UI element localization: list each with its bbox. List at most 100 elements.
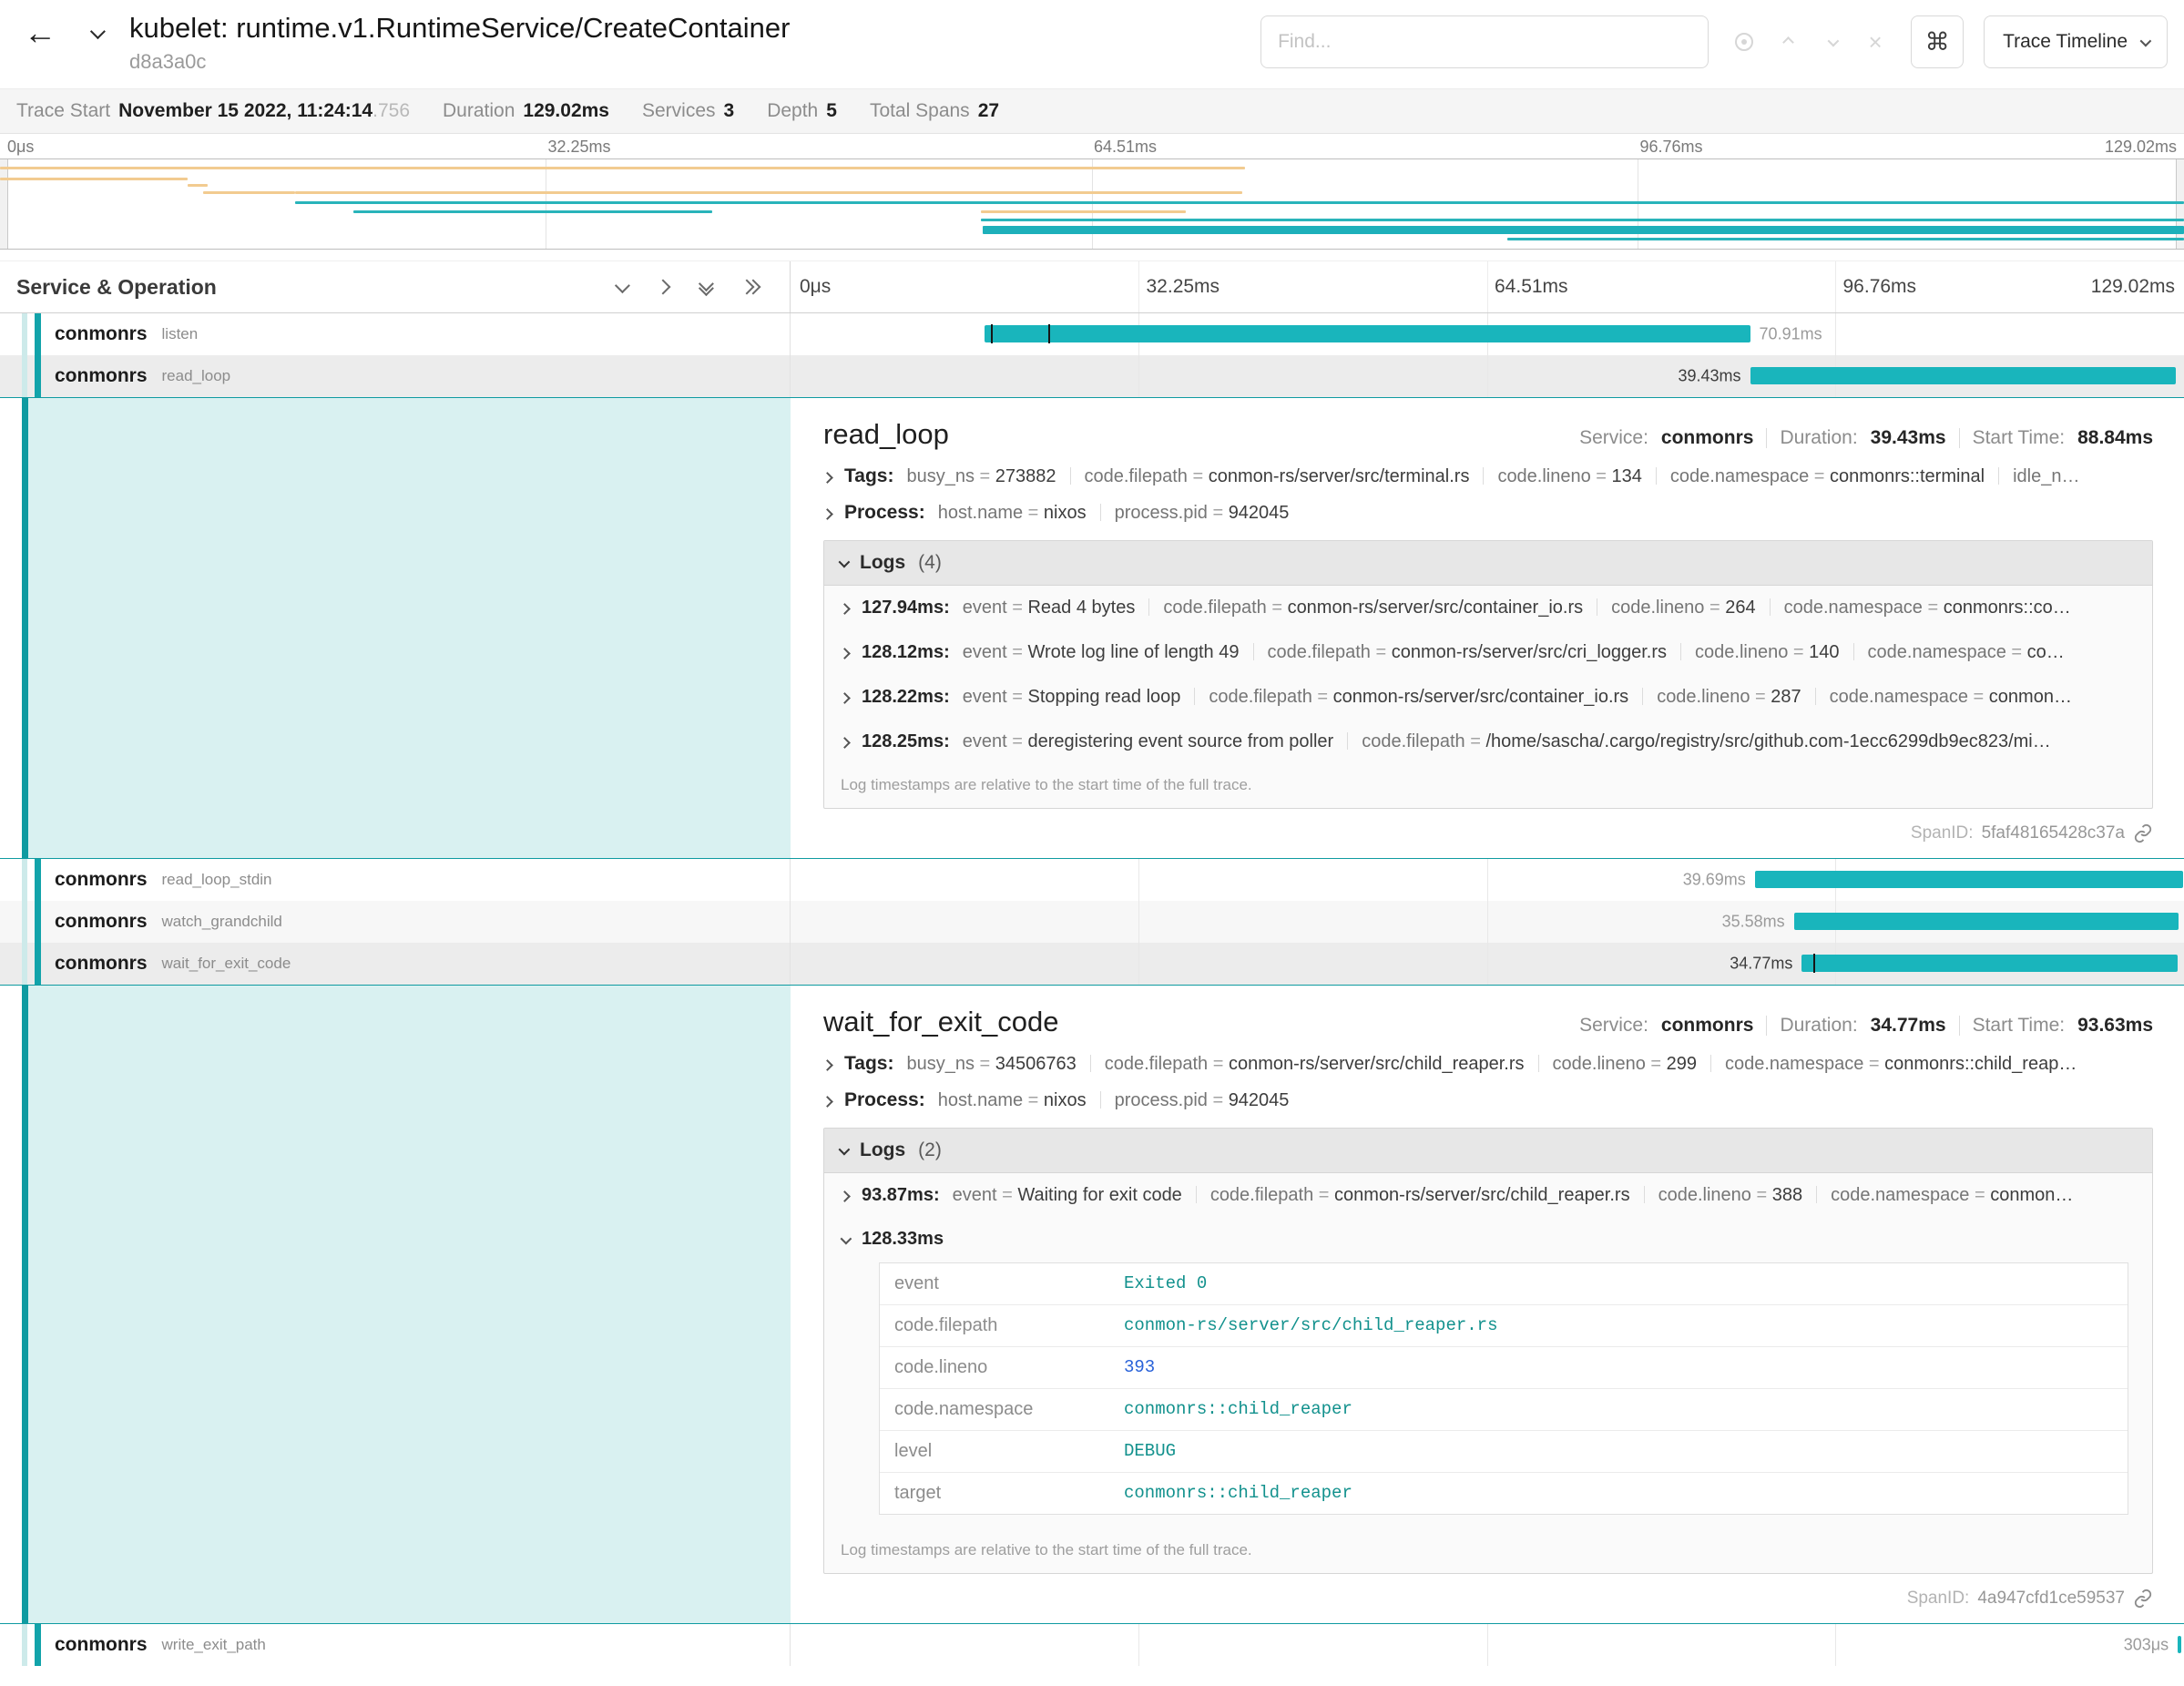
span-detail-wait-for-exit-code: wait_for_exit_code Service:conmonrs Dura… xyxy=(0,985,2184,1624)
kv-pair: code.namespace = conmonrs::terminal xyxy=(1670,466,1985,486)
depth-guide xyxy=(22,1624,27,1666)
span-detail-title: wait_for_exit_code xyxy=(823,1006,1059,1038)
log-entry-toggle[interactable]: 128.33ms xyxy=(841,1229,2136,1250)
find-input[interactable] xyxy=(1278,31,1691,53)
log-field-key: target xyxy=(880,1473,1109,1514)
clear-find-icon[interactable]: × xyxy=(1860,26,1891,57)
depth-guide xyxy=(22,943,27,985)
kv-pair: code.namespace = co… xyxy=(1868,642,2065,662)
link-icon[interactable] xyxy=(2133,1589,2153,1609)
kv-pair: busy_ns = 34506763 xyxy=(906,1054,1076,1074)
expand-all-button[interactable] xyxy=(741,281,759,292)
log-entry[interactable]: 127.94ms: event = Read 4 bytescode.filep… xyxy=(824,586,2152,630)
log-entry[interactable]: 128.25ms: event = deregistering event so… xyxy=(824,720,2152,764)
span-bar[interactable] xyxy=(2178,1636,2181,1653)
kv-pair: code.lineno = 264 xyxy=(1611,598,1755,618)
kv-separator xyxy=(1656,467,1657,485)
trace-duration: Duration129.02ms xyxy=(443,100,609,122)
minimap-left-handle[interactable] xyxy=(0,159,8,249)
collapse-all-button[interactable] xyxy=(699,280,710,295)
link-icon[interactable] xyxy=(2133,823,2153,843)
span-row-watch-grandchild[interactable]: conmonrs watch_grandchild 35.58ms xyxy=(0,901,2184,943)
operation-name: listen xyxy=(162,325,199,343)
log-entry[interactable]: 128.12ms: event = Wrote log line of leng… xyxy=(824,630,2152,675)
minimap-span-line xyxy=(981,210,1186,213)
logs-header[interactable]: Logs (2) xyxy=(824,1129,2152,1173)
next-match-icon[interactable] xyxy=(1816,26,1847,57)
service-operation-header: Service & Operation xyxy=(0,261,791,312)
span-bar[interactable] xyxy=(985,325,1750,342)
focus-match-icon[interactable] xyxy=(1729,26,1760,57)
span-id-value: 4a947cfd1ce59537 xyxy=(1977,1589,2125,1609)
chevron-right-icon xyxy=(823,1059,833,1071)
depth-guide xyxy=(22,355,27,397)
process-row[interactable]: Process: host.name = nixosprocess.pid = … xyxy=(823,1089,2153,1111)
kv-separator xyxy=(1196,1186,1197,1203)
trace-timeline-dropdown[interactable]: Trace Timeline xyxy=(1984,15,2168,68)
span-bar[interactable] xyxy=(1801,955,2177,972)
collapse-one-button[interactable] xyxy=(616,281,627,292)
log-field-row: code.filepathconmon-rs/server/src/child_… xyxy=(880,1305,2128,1347)
trace-id: d8a3a0c xyxy=(129,50,790,74)
chevron-right-icon xyxy=(823,508,833,520)
kv-separator xyxy=(1148,598,1149,616)
span-row-read-loop[interactable]: conmonrs read_loop 39.43ms xyxy=(0,355,2184,397)
log-entry[interactable]: 93.87ms: event = Waiting for exit codeco… xyxy=(824,1173,2152,1218)
log-field-row: code.namespaceconmonrs::child_reaper xyxy=(880,1389,2128,1431)
keyboard-shortcuts-button[interactable]: ⌘ xyxy=(1911,15,1964,68)
minimap-span-line xyxy=(1507,238,2184,240)
service-name: conmonrs xyxy=(55,323,148,345)
time-axis-header: 0μs 32.25ms 64.51ms 96.76ms 129.02ms xyxy=(791,261,2184,312)
span-row-wait-for-exit-code[interactable]: conmonrs wait_for_exit_code 34.77ms xyxy=(0,943,2184,985)
span-bar[interactable] xyxy=(1794,913,2179,930)
tags-row[interactable]: Tags: busy_ns = 34506763code.filepath = … xyxy=(823,1053,2153,1075)
kv-pair: event = Read 4 bytes xyxy=(963,598,1136,618)
span-duration-label: 39.69ms xyxy=(1683,871,1755,890)
expand-one-button[interactable] xyxy=(658,281,668,292)
span-bar[interactable] xyxy=(1750,367,2177,384)
span-row-read-loop-stdin[interactable]: conmonrs read_loop_stdin 39.69ms xyxy=(0,859,2184,901)
collapse-trace-icon[interactable] xyxy=(77,11,117,55)
kv-pair: process.pid = 942045 xyxy=(1115,503,1290,523)
kv-separator xyxy=(1483,467,1484,485)
kv-pair: code.lineno = 388 xyxy=(1658,1185,1802,1205)
span-color-accent xyxy=(35,313,41,355)
span-bar[interactable] xyxy=(1755,871,2184,888)
kv-pair: code.filepath = conmon-rs/server/src/con… xyxy=(1209,687,1628,707)
top-bar-controls: × ⌘ Trace Timeline xyxy=(1260,11,2168,68)
chevron-right-icon xyxy=(839,648,851,659)
depth-guide xyxy=(22,859,27,901)
back-icon[interactable]: ← xyxy=(16,11,64,55)
log-marker-tick xyxy=(1048,324,1050,343)
log-field-key: code.namespace xyxy=(880,1389,1109,1430)
span-detail-meta: Service:conmonrs Duration:39.43ms Start … xyxy=(1579,427,2153,449)
log-field-value: Exited 0 xyxy=(1109,1263,1221,1304)
kv-separator xyxy=(1642,688,1643,705)
prev-match-icon[interactable] xyxy=(1772,26,1803,57)
find-tools: × xyxy=(1729,26,1891,57)
log-field-key: event xyxy=(880,1263,1109,1304)
span-row-listen[interactable]: conmonrs listen 70.91ms xyxy=(0,313,2184,355)
kv-pair: code.namespace = conmonrs::child_reap… xyxy=(1725,1054,2077,1074)
tags-row[interactable]: Tags: busy_ns = 273882code.filepath = co… xyxy=(823,465,2153,487)
service-name: conmonrs xyxy=(55,869,148,891)
kv-pair: event = Stopping read loop xyxy=(963,687,1181,707)
process-row[interactable]: Process: host.name = nixosprocess.pid = … xyxy=(823,502,2153,524)
span-row-write-exit-path[interactable]: conmonrs write_exit_path 303μs xyxy=(0,1624,2184,1666)
operation-name: watch_grandchild xyxy=(162,913,282,931)
span-id-row: SpanID: 4a947cfd1ce59537 xyxy=(823,1589,2153,1609)
span-color-accent xyxy=(22,398,28,858)
logs-accordion: Logs (4) 127.94ms: event = Read 4 bytesc… xyxy=(823,540,2153,809)
logs-header[interactable]: Logs (4) xyxy=(824,541,2152,586)
kv-pair: code.namespace = conmon… xyxy=(1831,1185,2073,1205)
span-detail-meta: Service:conmonrs Duration:34.77ms Start … xyxy=(1579,1015,2153,1037)
timeline-grid-header: Service & Operation 0μs 32.25ms 64.51ms … xyxy=(0,261,2184,313)
chevron-down-icon xyxy=(839,556,851,567)
log-field-key: code.filepath xyxy=(880,1305,1109,1346)
kv-separator xyxy=(1538,1055,1539,1072)
minimap-canvas[interactable] xyxy=(0,158,2184,250)
log-entry[interactable]: 128.22ms: event = Stopping read loopcode… xyxy=(824,675,2152,720)
chevron-right-icon xyxy=(823,472,833,484)
chevron-down-icon xyxy=(841,1233,852,1245)
service-operation-title: Service & Operation xyxy=(16,275,217,300)
